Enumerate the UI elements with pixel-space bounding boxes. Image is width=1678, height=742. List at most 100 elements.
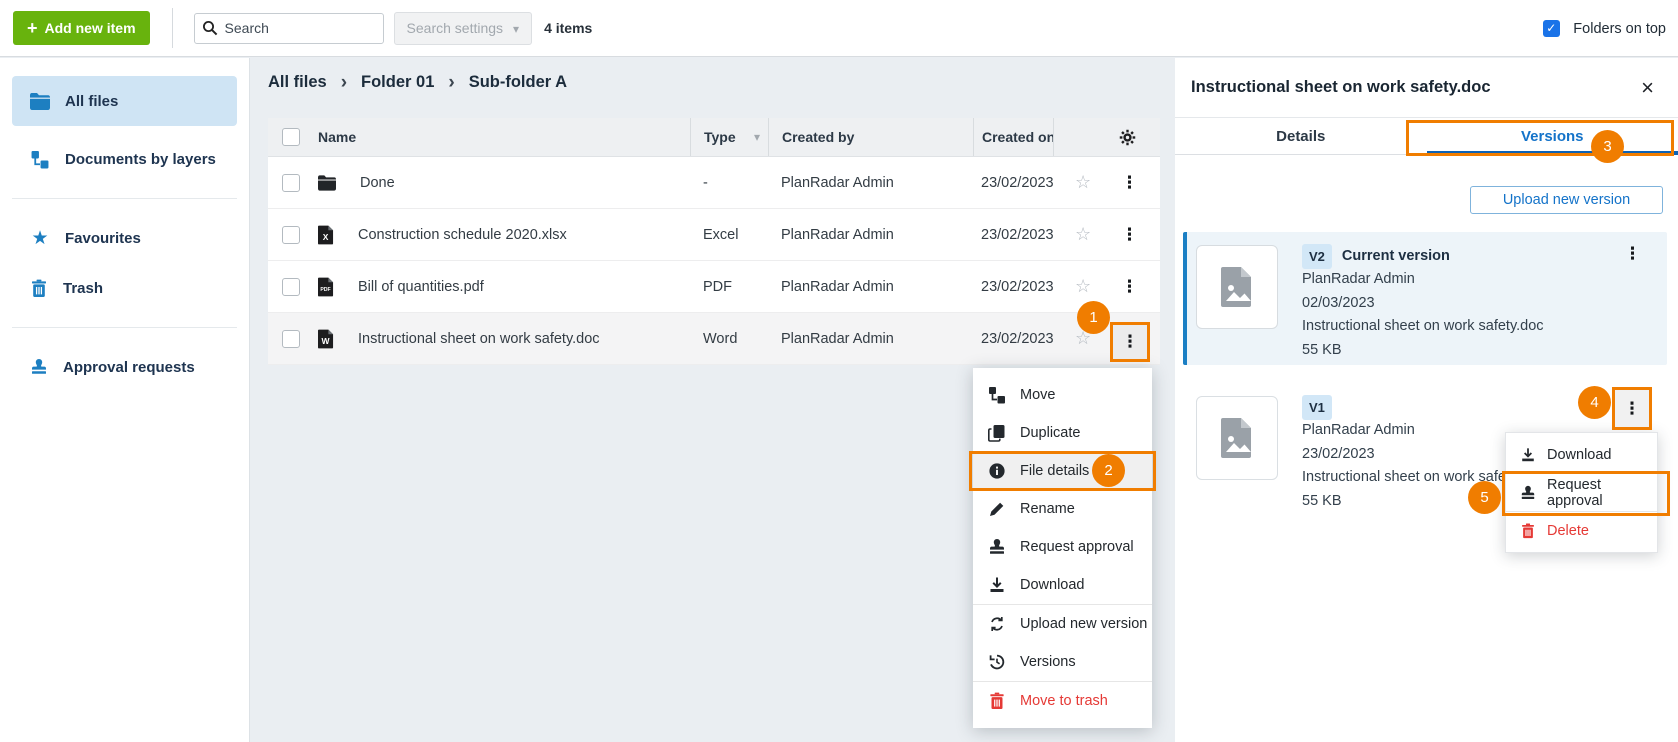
- menu-item-move-to-trash[interactable]: Move to trash: [973, 682, 1152, 720]
- select-all-checkbox[interactable]: [282, 128, 300, 146]
- topbar-right: Folders on top: [1543, 0, 1666, 57]
- sidebar-item-favourites[interactable]: Favourites: [12, 213, 237, 263]
- breadcrumb-all-files[interactable]: All files: [268, 73, 327, 92]
- version-card-v2[interactable]: V2 Current version PlanRadar Admin 02/03…: [1183, 232, 1667, 365]
- menu-item-label: File details: [1020, 463, 1089, 479]
- annotation-marker-2: 2: [1092, 454, 1125, 487]
- add-new-item-button[interactable]: Add new item: [13, 11, 150, 45]
- file-name: Bill of quantities.pdf: [358, 279, 484, 295]
- topbar: Add new item Search settings 4 items Fol…: [0, 0, 1678, 57]
- menu-item-rename[interactable]: Rename: [973, 490, 1152, 528]
- version-info: V2 Current version PlanRadar Admin 02/03…: [1302, 245, 1544, 353]
- folders-on-top-checkbox[interactable]: [1543, 20, 1560, 37]
- gear-icon[interactable]: [1119, 129, 1136, 146]
- folder-icon: [30, 93, 50, 110]
- header-type-label: Type: [704, 129, 736, 145]
- stamp-icon: [988, 538, 1006, 556]
- kebab-menu-icon[interactable]: [1624, 244, 1641, 264]
- menu-item-upload-new-version[interactable]: Upload new version: [973, 605, 1152, 643]
- favourite-star-icon[interactable]: [1075, 276, 1093, 297]
- row-check-cell: [268, 330, 308, 348]
- sidebar-item-documents-by-layers[interactable]: Documents by layers: [12, 134, 237, 184]
- topbar-divider: [172, 8, 173, 48]
- sidebar-item-approval-requests[interactable]: Approval requests: [12, 342, 237, 392]
- menu-item-download[interactable]: Download: [1506, 436, 1657, 473]
- annotation-marker-1: 1: [1077, 301, 1110, 334]
- version-context-menu: Download Request approval Delete: [1505, 432, 1658, 553]
- row-created-on-cell: 23/02/2023: [973, 227, 1053, 243]
- row-type-cell: Excel: [690, 227, 768, 243]
- header-name[interactable]: Name: [308, 118, 690, 156]
- search-settings-label: Search settings: [407, 20, 504, 36]
- row-checkbox[interactable]: [282, 226, 300, 244]
- trash-icon: [1520, 523, 1536, 539]
- header-created-on[interactable]: Created on: [973, 118, 1053, 156]
- menu-item-label: Move to trash: [1020, 693, 1108, 709]
- chevron-right-icon: [448, 73, 454, 92]
- favourite-star-icon[interactable]: [1075, 224, 1093, 245]
- search-icon: [202, 20, 218, 36]
- download-icon: [988, 576, 1006, 594]
- menu-item-label: Move: [1020, 387, 1055, 403]
- sidebar-divider: [12, 327, 237, 328]
- breadcrumb-sub-folder-a: Sub-folder A: [469, 73, 567, 92]
- header-type[interactable]: Type: [690, 118, 768, 156]
- stamp-icon: [1520, 485, 1536, 501]
- menu-item-versions[interactable]: Versions: [973, 643, 1152, 681]
- info-icon: [988, 462, 1006, 480]
- row-actions-cell: [1053, 172, 1160, 193]
- header-created-by[interactable]: Created by: [768, 118, 973, 156]
- row-type-cell: Word: [690, 331, 768, 347]
- row-kebab-highlight-box[interactable]: [1110, 322, 1150, 362]
- version-kebab-highlight-box[interactable]: [1612, 387, 1652, 430]
- files-table: Name Type Created by Created on Done - P…: [268, 118, 1160, 365]
- sidebar-item-label: Trash: [63, 280, 103, 297]
- row-checkbox[interactable]: [282, 278, 300, 296]
- row-actions-cell: [1053, 224, 1160, 245]
- tab-versions[interactable]: Versions: [1427, 118, 1678, 154]
- excel-file-icon: X: [318, 225, 334, 245]
- row-checkbox[interactable]: [282, 330, 300, 348]
- row-check-cell: [268, 174, 308, 192]
- file-name: Construction schedule 2020.xlsx: [358, 227, 567, 243]
- star-icon: [30, 227, 50, 250]
- tab-details[interactable]: Details: [1175, 118, 1427, 154]
- row-name-cell: W Instructional sheet on work safety.doc: [308, 329, 690, 349]
- search-settings-button[interactable]: Search settings: [394, 12, 533, 45]
- row-checkbox[interactable]: [282, 174, 300, 192]
- menu-item-download[interactable]: Download: [973, 566, 1152, 604]
- menu-item-duplicate[interactable]: Duplicate: [973, 414, 1152, 452]
- kebab-menu-icon[interactable]: [1121, 225, 1131, 245]
- panel-header: Instructional sheet on work safety.doc: [1175, 58, 1678, 118]
- row-actions-cell: [1053, 276, 1160, 297]
- favourite-star-icon[interactable]: [1075, 172, 1093, 193]
- row-created-by-cell: PlanRadar Admin: [768, 227, 973, 243]
- active-tab-underline: [1427, 151, 1678, 155]
- stamp-icon: [30, 358, 48, 376]
- menu-item-request-approval[interactable]: Request approval: [973, 528, 1152, 566]
- table-row[interactable]: Done - PlanRadar Admin 23/02/2023: [268, 157, 1160, 209]
- breadcrumb-folder-01[interactable]: Folder 01: [361, 73, 434, 92]
- menu-item-file-details[interactable]: File details: [973, 452, 1152, 490]
- menu-item-label: Delete: [1547, 523, 1589, 539]
- svg-text:W: W: [322, 336, 330, 346]
- sidebar-item-trash[interactable]: Trash: [12, 263, 237, 313]
- kebab-menu-icon[interactable]: [1121, 277, 1131, 297]
- version-badge: V1: [1302, 395, 1332, 421]
- menu-item-delete[interactable]: Delete: [1506, 512, 1657, 549]
- trash-icon: [988, 692, 1006, 710]
- sidebar-item-all-files[interactable]: All files: [12, 76, 237, 126]
- header-name-label: Name: [318, 129, 356, 145]
- menu-item-move[interactable]: Move: [973, 376, 1152, 414]
- kebab-menu-icon[interactable]: [1121, 173, 1131, 193]
- sidebar-item-label: Documents by layers: [65, 151, 216, 168]
- table-row[interactable]: PDF Bill of quantities.pdf PDF PlanRadar…: [268, 261, 1160, 313]
- search-input[interactable]: [194, 13, 384, 44]
- close-icon[interactable]: [1641, 77, 1654, 99]
- header-created-by-label: Created by: [782, 129, 854, 145]
- upload-new-version-button[interactable]: Upload new version: [1470, 186, 1663, 214]
- menu-item-request-approval[interactable]: Request approval: [1506, 474, 1657, 511]
- table-row[interactable]: X Construction schedule 2020.xlsx Excel …: [268, 209, 1160, 261]
- table-row-selected[interactable]: W Instructional sheet on work safety.doc…: [268, 313, 1160, 365]
- sort-caret-icon[interactable]: [754, 129, 768, 145]
